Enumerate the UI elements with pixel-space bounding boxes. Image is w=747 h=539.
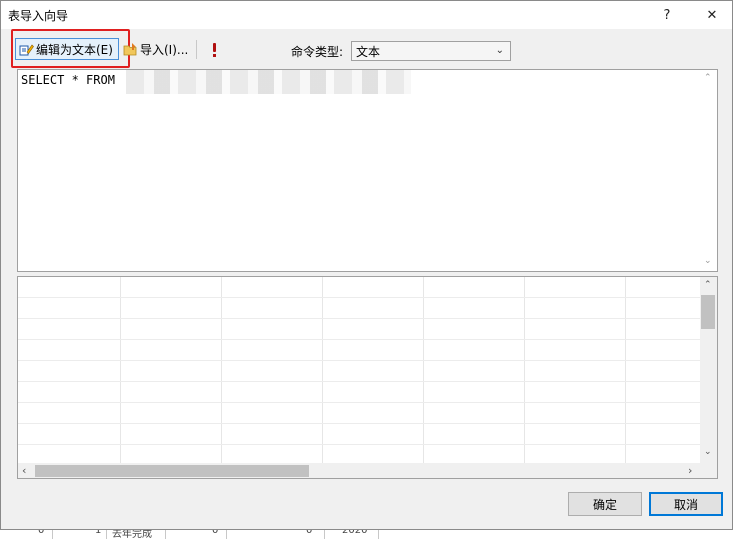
table-import-wizard-dialog: 表导入向导 ? ✕ 编辑为文本(E) 导入(I)... 命令类型: 文本 ⌄ S… bbox=[0, 0, 733, 530]
grid-line bbox=[378, 529, 379, 539]
preview-grid[interactable]: ⌃ ⌄ ‹ › bbox=[17, 276, 718, 479]
import-label: 导入(I)... bbox=[140, 42, 189, 57]
chevron-right-icon[interactable]: › bbox=[688, 464, 692, 477]
grid-line bbox=[324, 529, 325, 539]
toolbar: 编辑为文本(E) 导入(I)... 命令类型: 文本 ⌄ bbox=[1, 29, 732, 68]
grid-lines bbox=[18, 277, 701, 463]
chevron-up-icon[interactable]: ⌃ bbox=[704, 73, 712, 83]
table-cell: 0 bbox=[212, 529, 219, 536]
execute-exclamation-icon[interactable] bbox=[209, 41, 221, 59]
command-type-value: 文本 bbox=[356, 44, 381, 59]
cancel-button[interactable]: 取消 bbox=[649, 492, 723, 516]
vertical-scroll-thumb[interactable] bbox=[701, 295, 715, 329]
table-cell: 2020 bbox=[342, 529, 368, 536]
grid-horizontal-scrollbar[interactable]: ‹ › bbox=[18, 463, 717, 478]
chevron-left-icon[interactable]: ‹ bbox=[22, 464, 26, 477]
help-button[interactable]: ? bbox=[647, 1, 687, 29]
table-cell: 去年完成 bbox=[112, 529, 152, 539]
import-button[interactable]: 导入(I)... bbox=[120, 38, 192, 60]
redacted-region bbox=[126, 70, 411, 94]
window-title: 表导入向导 bbox=[8, 9, 69, 23]
grid-line bbox=[165, 529, 166, 539]
close-button[interactable]: ✕ bbox=[692, 1, 732, 29]
table-cell: 0 bbox=[306, 529, 313, 536]
sql-text: SELECT * FROM bbox=[21, 73, 115, 87]
toolbar-separator bbox=[196, 40, 197, 59]
background-table-row: 0 1 去年完成 0 0 2020 bbox=[0, 529, 747, 539]
edit-text-icon bbox=[19, 42, 34, 57]
import-folder-icon bbox=[123, 42, 138, 57]
grid-line bbox=[106, 529, 107, 539]
ok-button[interactable]: 确定 bbox=[568, 492, 642, 516]
edit-as-text-label: 编辑为文本(E) bbox=[36, 42, 113, 57]
table-cell: 0 bbox=[38, 529, 45, 536]
command-type-select[interactable]: 文本 ⌄ bbox=[351, 41, 511, 61]
chevron-down-icon[interactable]: ⌄ bbox=[704, 256, 712, 266]
grid-vertical-scrollbar[interactable]: ⌃ ⌄ bbox=[700, 277, 717, 463]
chevron-up-icon[interactable]: ⌃ bbox=[704, 280, 712, 290]
grid-line bbox=[226, 529, 227, 539]
chevron-down-icon: ⌄ bbox=[495, 45, 504, 56]
editor-vertical-scrollbar[interactable]: ⌃ ⌄ bbox=[700, 70, 717, 271]
sql-editor[interactable]: SELECT * FROM ⌃ ⌄ bbox=[17, 69, 718, 272]
command-type-label: 命令类型: bbox=[291, 45, 344, 59]
title-bar: 表导入向导 ? ✕ bbox=[1, 1, 732, 29]
edit-as-text-button[interactable]: 编辑为文本(E) bbox=[15, 38, 119, 60]
grid-line bbox=[52, 529, 53, 539]
horizontal-scroll-thumb[interactable] bbox=[35, 465, 309, 477]
chevron-down-icon[interactable]: ⌄ bbox=[704, 447, 712, 457]
table-cell: 1 bbox=[95, 529, 102, 536]
